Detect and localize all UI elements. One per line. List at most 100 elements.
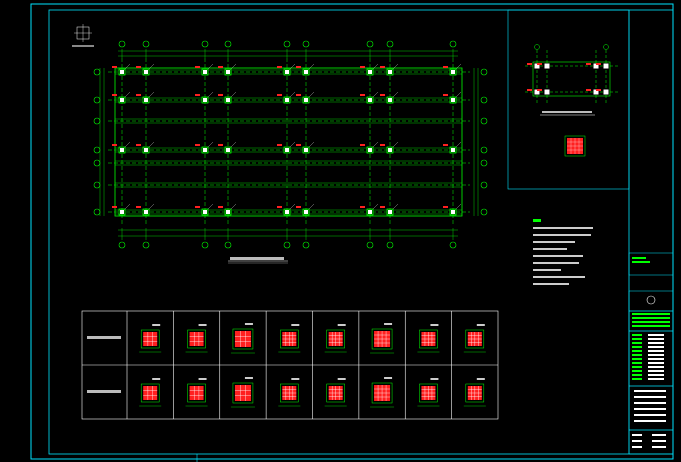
leader-line: [124, 91, 131, 98]
axis-bubble: [283, 241, 291, 249]
column-tag: [195, 206, 200, 208]
column-tag: [443, 66, 448, 68]
note-line: [533, 262, 579, 264]
tb-text: [632, 358, 642, 360]
tb-text: [648, 350, 664, 352]
column-section: [234, 385, 251, 401]
column-tag: [277, 94, 282, 96]
tb-text: [634, 396, 666, 398]
tb-text: [652, 440, 666, 442]
tb-text: [634, 390, 666, 392]
column-tag: [537, 89, 542, 91]
axis-bubble: [224, 40, 232, 48]
column-tag: [380, 66, 385, 68]
tb-text: [632, 325, 670, 327]
column-tag: [443, 206, 448, 208]
column-fill: [304, 148, 308, 152]
column-tag: [360, 206, 365, 208]
table-row-label: [87, 336, 121, 339]
axis-bubble: [93, 68, 101, 76]
tb-text: [634, 408, 666, 410]
axis-bubble: [534, 44, 540, 50]
tb-text: [632, 440, 642, 442]
section-tag: [384, 323, 393, 325]
title-block: [628, 252, 674, 455]
axis-bubble: [603, 44, 609, 50]
column-tag: [277, 144, 282, 146]
tb-text: [632, 313, 670, 315]
column-fill: [226, 98, 230, 102]
detail-title-text: [542, 111, 592, 113]
tb-cell: [628, 252, 674, 276]
column-tag: [380, 144, 385, 146]
column-tag: [277, 66, 282, 68]
axis-bubble: [480, 159, 488, 167]
tb-text: [648, 334, 664, 336]
column: [603, 89, 609, 95]
column-tag: [136, 206, 141, 208]
plan-title-text: [230, 257, 284, 260]
tb-text: [634, 402, 666, 404]
symbol-caption: [72, 45, 94, 47]
column-tag: [360, 66, 365, 68]
axis-bubble: [302, 40, 310, 48]
axis-bubble: [480, 96, 488, 104]
column: [544, 63, 550, 69]
column-tag: [112, 144, 117, 146]
column-section: [143, 332, 158, 346]
leader-line: [289, 141, 296, 148]
column-tag: [195, 66, 200, 68]
leader-line: [148, 203, 155, 210]
section-tag: [384, 377, 393, 379]
leader-line: [392, 141, 399, 148]
column-tag: [296, 144, 301, 146]
column-fill: [285, 148, 289, 152]
leader-line: [455, 91, 462, 98]
tb-text: [632, 362, 642, 364]
column-tag: [218, 94, 223, 96]
axis-bubble: [118, 40, 126, 48]
tb-text: [648, 366, 664, 368]
column-tag: [380, 206, 385, 208]
tb-text: [632, 370, 642, 372]
section-tag: [430, 378, 439, 380]
axis-bubble: [93, 96, 101, 104]
column-fill: [203, 210, 207, 214]
column-fill: [120, 210, 124, 214]
section-tag: [198, 324, 207, 326]
column-fill: [285, 70, 289, 74]
note-line: [533, 241, 575, 243]
axis-bubble: [480, 146, 488, 154]
tb-text: [632, 346, 642, 348]
tb-text: [634, 414, 666, 416]
column-fill: [304, 98, 308, 102]
tb-text: [648, 346, 664, 348]
axis-bubble: [302, 241, 310, 249]
column-tag: [218, 144, 223, 146]
column-fill: [226, 148, 230, 152]
note-line: [533, 283, 569, 285]
column-tag: [296, 66, 301, 68]
column-tag: [527, 89, 532, 91]
note-line: [533, 276, 585, 278]
column-tag: [596, 89, 601, 91]
column-fill: [388, 148, 392, 152]
column-tag: [195, 94, 200, 96]
column-fill: [368, 148, 372, 152]
column-tag: [527, 63, 532, 65]
column-tag: [380, 94, 385, 96]
notes-block: [533, 219, 593, 285]
axis-bubble: [449, 241, 457, 249]
tb-text: [648, 354, 664, 356]
column-section: [143, 386, 158, 400]
column-fill: [304, 210, 308, 214]
column-fill: [144, 98, 148, 102]
leader-line: [148, 91, 155, 98]
axis-bubble: [449, 40, 457, 48]
section-tag: [291, 324, 300, 326]
column: [544, 89, 550, 95]
note-line: [533, 269, 561, 271]
axis-bubble: [142, 40, 150, 48]
column: [603, 63, 609, 69]
column-fill: [226, 70, 230, 74]
